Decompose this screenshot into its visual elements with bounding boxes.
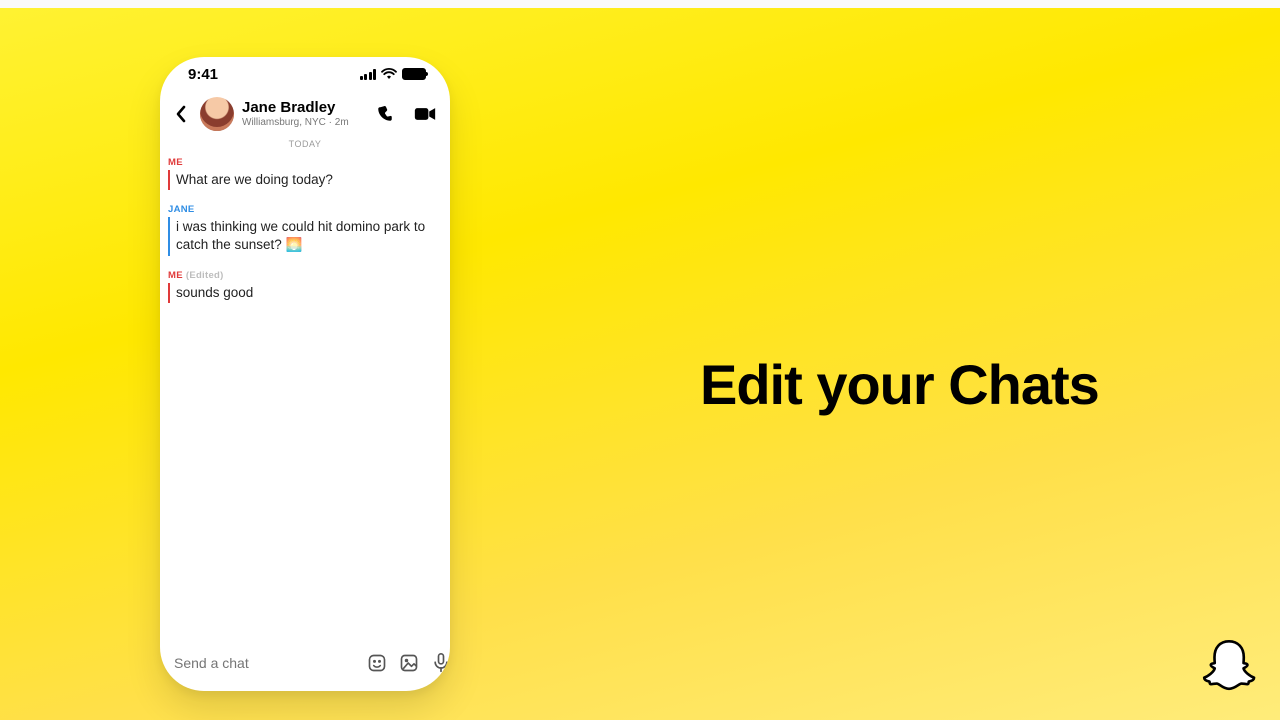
sticker-icon	[367, 653, 387, 673]
microphone-icon	[431, 652, 450, 674]
message-item[interactable]: ME What are we doing today?	[168, 157, 442, 190]
promo-canvas: Edit your Chats 9:41	[0, 0, 1280, 720]
date-divider: TODAY	[160, 139, 450, 149]
message-list: ME What are we doing today? JANE i was t…	[160, 157, 450, 645]
chat-input-bar	[160, 645, 450, 691]
cellular-icon	[360, 69, 377, 80]
back-button[interactable]	[170, 103, 192, 125]
promo-headline: Edit your Chats	[700, 352, 1099, 417]
chat-text-input[interactable]	[174, 655, 355, 671]
contact-avatar[interactable]	[200, 97, 234, 131]
snapchat-ghost-icon	[1196, 636, 1262, 702]
message-body: i was thinking we could hit domino park …	[168, 217, 442, 255]
phone-frame: 9:41 Jane Bradle	[160, 57, 450, 691]
status-indicators	[360, 68, 427, 80]
status-time: 9:41	[188, 66, 218, 83]
voice-button[interactable]	[431, 652, 450, 674]
battery-icon	[402, 68, 426, 80]
message-item[interactable]: ME (Edited) sounds good	[168, 270, 442, 303]
sender-label: ME	[168, 270, 183, 281]
contact-name: Jane Bradley	[242, 100, 362, 117]
phone-icon	[376, 105, 394, 123]
video-call-button[interactable]	[410, 101, 440, 127]
contact-subtitle: Williamsburg, NYC · 2m	[242, 117, 362, 128]
status-bar: 9:41	[160, 57, 450, 91]
chevron-left-icon	[174, 105, 188, 123]
sender-label: JANE	[168, 204, 195, 215]
sticker-button[interactable]	[367, 652, 387, 674]
image-icon	[399, 653, 419, 673]
wifi-icon	[381, 68, 397, 80]
message-item[interactable]: JANE i was thinking we could hit domino …	[168, 204, 442, 255]
message-body: What are we doing today?	[168, 170, 442, 190]
contact-info[interactable]: Jane Bradley Williamsburg, NYC · 2m	[242, 100, 362, 128]
top-strip	[0, 0, 1280, 8]
sender-label: ME	[168, 157, 183, 168]
chat-header: Jane Bradley Williamsburg, NYC · 2m	[160, 91, 450, 141]
video-icon	[414, 106, 436, 122]
gallery-button[interactable]	[399, 652, 419, 674]
message-body: sounds good	[168, 283, 442, 303]
edited-tag: (Edited)	[186, 270, 224, 281]
audio-call-button[interactable]	[370, 101, 400, 127]
